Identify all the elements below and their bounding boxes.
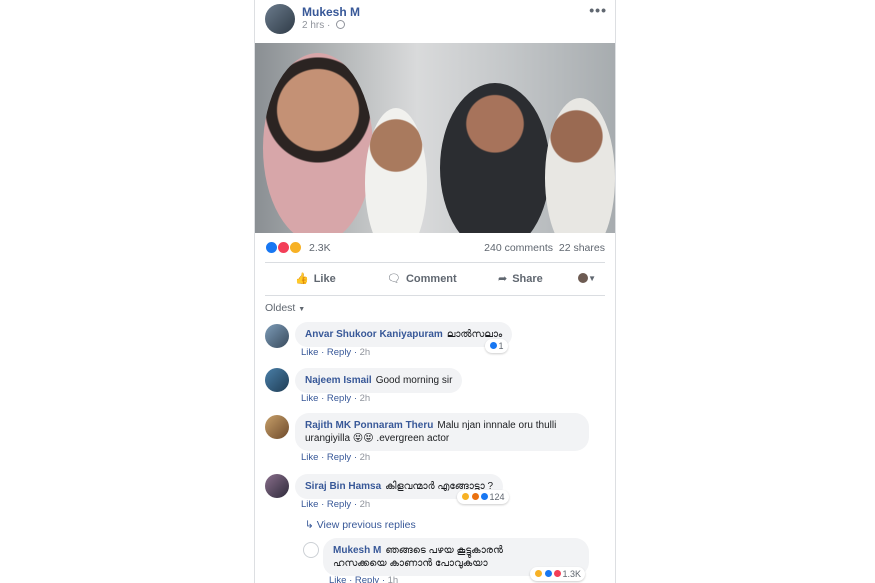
love-reaction-icon	[276, 241, 290, 254]
divider	[265, 262, 605, 263]
comment-like-link[interactable]: Like	[301, 499, 318, 510]
comment-label: Comment	[405, 273, 457, 285]
comment-icon: 🗨	[387, 273, 401, 285]
like-reaction-icon	[543, 569, 553, 578]
comments-count[interactable]: 240 comments	[484, 242, 553, 254]
post-actions: 👍 Like 🗨 Comment ➦ Share ▼	[255, 266, 615, 292]
wow-reaction-icon	[288, 241, 302, 254]
haha-reaction-icon	[461, 492, 470, 501]
comment-bubble: Anvar Shukoor Kaniyapuram ലാൽസലാം	[295, 322, 513, 347]
comment-text-line-1: Malu njan innnale oru thulli	[437, 420, 557, 431]
photo-person-4	[545, 98, 615, 233]
comment-meta: Like · Reply · 2h	[301, 393, 371, 404]
like-reaction-icon	[480, 492, 490, 501]
comment-time[interactable]: 2h	[360, 393, 371, 404]
reply-meta: Like · Reply · 1h	[329, 575, 398, 583]
photo-person-2	[365, 108, 427, 233]
reaction-icons[interactable]	[265, 241, 302, 254]
reply-text-line-1: ഞങ്ങടെ പഴയ കൂട്ടുകാരൻ	[385, 545, 503, 556]
comment-bubble: Rajith MK Ponnaram Theru Malu njan innnal…	[295, 413, 589, 451]
view-previous-replies[interactable]: ↳ View previous replies	[305, 519, 416, 531]
share-icon: ➦	[498, 273, 508, 285]
comment-reply-link[interactable]: Reply	[327, 393, 351, 404]
commenter-avatar[interactable]	[265, 474, 289, 498]
comment-time[interactable]: 2h	[360, 347, 371, 358]
comment-meta: Like · Reply · 2h	[301, 452, 371, 463]
comment-text: Good morning sir	[375, 375, 453, 386]
reaction-selector[interactable]: ▼	[577, 272, 596, 285]
comment-like-link[interactable]: Like	[301, 347, 318, 358]
love-reaction-icon	[553, 569, 563, 578]
chevron-down-icon: ▼	[588, 274, 596, 283]
commenter-name[interactable]: Rajith MK Ponnaram Theru	[305, 420, 433, 431]
share-button[interactable]: ➦ Share	[498, 272, 543, 285]
commenter-avatar[interactable]	[265, 415, 289, 439]
commenter-name[interactable]: Anvar Shukoor Kaniyapuram	[305, 329, 443, 340]
divider	[265, 295, 605, 296]
comment-meta: Like · Reply · 2h	[301, 499, 371, 510]
caret-down-icon: ▼	[298, 306, 306, 313]
angry-reaction-icon	[470, 492, 480, 501]
dot-separator: ·	[327, 20, 334, 31]
comment-reaction-count: 1	[498, 341, 504, 351]
commenter-avatar[interactable]	[265, 324, 289, 348]
post-stats: 2.3K 240 comments 22 shares	[255, 236, 615, 258]
reply-reactions[interactable]: 1.3K	[530, 567, 586, 581]
post-time-text[interactable]: 2 hrs	[302, 20, 324, 31]
comment-reactions[interactable]: 124	[457, 490, 509, 504]
reply-text-line-2: ഹസക്കയെ കാണാൻ പോവുകയാ	[333, 558, 488, 569]
comment-sort[interactable]: Oldest ▼	[265, 302, 305, 314]
replier-name[interactable]: Mukesh M	[333, 545, 381, 556]
share-label: Share	[512, 273, 543, 285]
comment-reply-link[interactable]: Reply	[327, 452, 351, 463]
globe-icon	[336, 20, 346, 29]
reaction-count[interactable]: 2.3K	[309, 242, 331, 254]
comment-text-line-2: urangiyilla 😝😝 .evergreen actor	[305, 433, 450, 444]
post-header: Mukesh M 2 hrs · •••	[255, 0, 615, 42]
post-photo[interactable]	[255, 43, 615, 233]
commenter-name[interactable]: Najeem Ismail	[305, 375, 372, 386]
post-author[interactable]: Mukesh M	[302, 5, 360, 19]
reply-time[interactable]: 1h	[388, 575, 399, 583]
shares-count[interactable]: 22 shares	[559, 242, 605, 254]
reply-like-link[interactable]: Like	[329, 575, 346, 583]
sort-label: Oldest	[265, 302, 296, 314]
comment-like-link[interactable]: Like	[301, 393, 318, 404]
photo-person-3	[440, 83, 550, 233]
comment-like-link[interactable]: Like	[301, 452, 318, 463]
comment-time[interactable]: 2h	[360, 452, 371, 463]
replier-avatar[interactable]	[303, 542, 319, 558]
post-card: Mukesh M 2 hrs · ••• 2.3K 240 comments 2…	[254, 0, 616, 583]
thumbs-up-icon: 👍	[295, 273, 309, 285]
comment-time[interactable]: 2h	[360, 499, 371, 510]
more-options-icon[interactable]: •••	[589, 2, 607, 18]
reply-reply-link[interactable]: Reply	[355, 575, 379, 583]
like-button[interactable]: 👍 Like	[295, 272, 336, 285]
like-reaction-icon	[489, 341, 498, 350]
like-label: Like	[313, 273, 336, 285]
comment-reply-link[interactable]: Reply	[327, 347, 351, 358]
comment-meta: Like · Reply · 2h	[301, 347, 371, 358]
reply-reaction-count: 1.3K	[562, 569, 582, 579]
comment-reaction-count: 124	[489, 492, 505, 502]
comment-button[interactable]: 🗨 Comment	[387, 272, 457, 285]
comment-reply-link[interactable]: Reply	[327, 499, 351, 510]
view-previous-label: View previous replies	[316, 519, 416, 531]
comment-bubble: Najeem Ismail Good morning sir	[295, 368, 463, 393]
post-time: 2 hrs ·	[302, 20, 346, 31]
commenter-name[interactable]: Siraj Bin Hamsa	[305, 481, 381, 492]
haha-reaction-icon	[534, 569, 543, 578]
photo-person-1	[263, 53, 373, 233]
author-avatar[interactable]	[265, 4, 295, 34]
comment-reactions[interactable]: 1	[485, 339, 508, 353]
reply-arrow-icon: ↳	[305, 519, 317, 531]
comment-share-counts: 240 comments 22 shares	[484, 242, 605, 254]
commenter-avatar[interactable]	[265, 368, 289, 392]
